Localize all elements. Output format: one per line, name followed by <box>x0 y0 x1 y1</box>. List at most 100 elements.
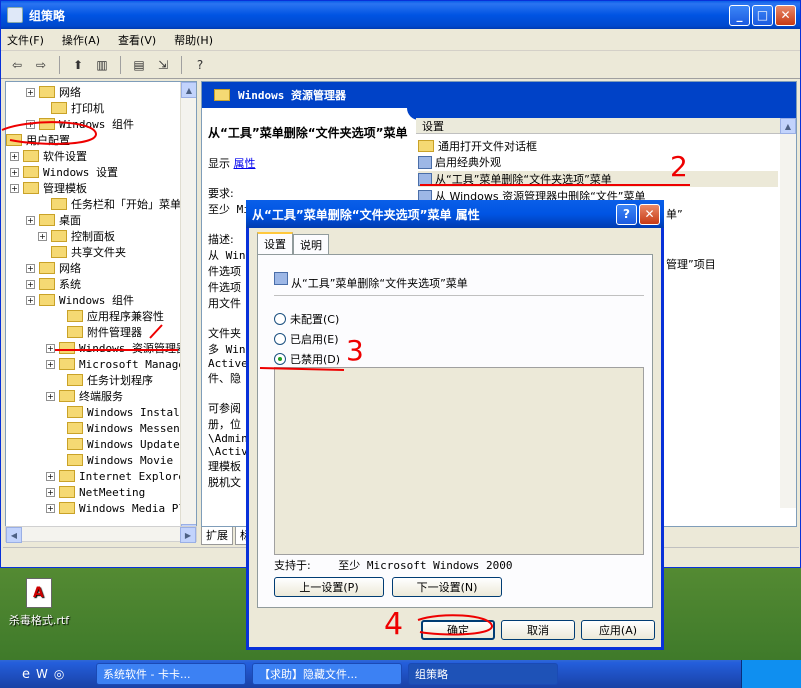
policy-tree[interactable]: + Windows Media Pla + NetMeeting + Internet E… <box>5 81 197 541</box>
expand-icon[interactable]: + <box>46 343 55 353</box>
list-item[interactable]: 通用打开文件对话框 <box>418 138 537 154</box>
tab-explain[interactable]: 说明 <box>293 234 329 254</box>
tab-extended[interactable]: 扩展 <box>201 527 233 545</box>
ie-quicklaunch-icon[interactable]: e <box>22 667 30 682</box>
maximize-button[interactable]: □ <box>752 4 773 26</box>
apply-button[interactable]: 应用(A) <box>581 620 655 640</box>
tree-item[interactable]: + 桌面 <box>26 212 81 228</box>
scroll-left-arrow-icon[interactable]: ◀ <box>6 527 22 543</box>
expand-icon[interactable]: + <box>26 87 35 97</box>
browser-quicklaunch-icon[interactable]: ◎ <box>54 667 64 681</box>
menu-help[interactable]: 帮助(H) <box>174 32 213 48</box>
tree-item[interactable]: 共享文件夹 <box>38 244 126 260</box>
desktop-file-icon[interactable]: 杀毒格式.rtf <box>0 578 78 628</box>
tree-item[interactable]: 任务栏和「开始」菜单 <box>38 196 181 212</box>
tree-item[interactable]: + Windows Media Pla <box>46 500 192 516</box>
menu-action[interactable]: 操作(A) <box>62 32 100 48</box>
expand-icon[interactable]: + <box>38 231 47 241</box>
forward-arrow-icon[interactable]: ⇨ <box>31 55 51 75</box>
expand-icon[interactable]: + <box>26 295 35 305</box>
scroll-up-arrow-icon[interactable]: ▲ <box>181 82 196 98</box>
taskbar-button-active[interactable]: 组策略 <box>408 663 558 685</box>
tree-item[interactable]: 应用程序兼容性 <box>54 308 164 324</box>
tree-vertical-scrollbar[interactable]: ▲ ▼ <box>180 82 196 540</box>
tree-item[interactable]: + 终端服务 <box>46 388 123 404</box>
expand-icon[interactable]: + <box>46 359 55 369</box>
tree-item-label: 任务栏和「开始」菜单 <box>71 198 181 211</box>
show-hide-tree-icon[interactable]: ▥ <box>92 55 112 75</box>
tree-item[interactable]: 任务计划程序 <box>54 372 153 388</box>
tree-item[interactable]: + 软件设置 <box>10 148 87 164</box>
dialog-close-button[interactable]: ✕ <box>639 203 660 225</box>
toolbar-separator <box>120 55 121 74</box>
word-quicklaunch-icon[interactable]: W <box>36 667 48 681</box>
tree-item-label: 任务计划程序 <box>87 374 153 387</box>
tree-item[interactable]: 用户配置 <box>6 132 70 148</box>
expand-icon[interactable]: + <box>46 487 55 497</box>
tree-item-label: 系统 <box>59 278 81 291</box>
help-icon[interactable]: ? <box>190 55 210 75</box>
tree-item[interactable]: + 网络 <box>26 260 81 276</box>
close-button[interactable]: ✕ <box>775 4 796 26</box>
tree-item[interactable]: + 控制面板 <box>38 228 115 244</box>
back-arrow-icon[interactable]: ⇦ <box>7 55 27 75</box>
menu-bar: 文件(F) 操作(A) 查看(V) 帮助(H) <box>1 29 800 51</box>
expand-icon[interactable]: + <box>26 263 35 273</box>
tree-item[interactable]: Windows Installer <box>54 404 196 420</box>
settings-column-header[interactable]: 设置 <box>416 118 780 134</box>
previous-setting-button[interactable]: 上一设置(P) <box>274 577 384 597</box>
list-item-selected[interactable]: 从“工具”菜单删除“文件夹选项”菜单 <box>418 171 778 187</box>
ok-button[interactable]: 确定 <box>421 620 495 640</box>
taskbar-button[interactable]: 【求助】隐藏文件... <box>252 663 402 685</box>
expand-icon[interactable]: + <box>10 183 19 193</box>
tree-item[interactable]: 附件管理器 <box>54 324 142 340</box>
tree-item[interactable]: + Windows 组件 <box>26 292 134 308</box>
list-item[interactable]: 启用经典外观 <box>418 154 501 170</box>
tree-item[interactable]: + Internet Explorer <box>46 468 192 484</box>
tree-item[interactable]: + 管理模板 <box>10 180 87 196</box>
properties-icon[interactable]: ▤ <box>129 55 149 75</box>
radio-disabled[interactable]: 已禁用(D) <box>274 351 340 367</box>
dialog-titlebar[interactable]: 从“工具”菜单删除“文件夹选项”菜单 属性 ? ✕ <box>246 200 664 228</box>
help-button[interactable]: ? <box>616 203 637 225</box>
menu-view[interactable]: 查看(V) <box>118 32 156 48</box>
export-list-icon[interactable]: ⇲ <box>153 55 173 75</box>
tree-item[interactable]: + 系统 <box>26 276 81 292</box>
up-folder-icon[interactable]: ⬆ <box>68 55 88 75</box>
expand-icon[interactable]: + <box>46 391 55 401</box>
expand-icon[interactable]: + <box>10 167 19 177</box>
tree-item[interactable]: + Windows 资源管理器 <box>46 340 187 356</box>
list-vertical-scrollbar[interactable]: ▲ <box>780 118 796 508</box>
expand-icon[interactable]: + <box>10 151 19 161</box>
tree-item[interactable]: + Microsoft Managem <box>46 356 192 372</box>
scroll-up-arrow-icon[interactable]: ▲ <box>780 118 796 134</box>
folder-icon <box>67 422 83 434</box>
tree-item[interactable]: + 网络 <box>26 84 81 100</box>
expand-icon[interactable]: + <box>26 279 35 289</box>
tree-item[interactable]: + NetMeeting <box>46 484 145 500</box>
expand-icon[interactable]: + <box>46 471 55 481</box>
next-setting-button[interactable]: 下一设置(N) <box>392 577 502 597</box>
tree-item[interactable]: + Windows 组件 <box>26 116 134 132</box>
tree-item[interactable]: Windows Update <box>54 436 180 452</box>
radio-enabled[interactable]: 已启用(E) <box>274 331 339 347</box>
menu-file[interactable]: 文件(F) <box>7 32 44 48</box>
tree-item[interactable]: Windows Movie Mak <box>54 452 196 468</box>
expand-icon[interactable]: + <box>26 215 35 225</box>
expand-icon[interactable]: + <box>26 119 35 129</box>
properties-link[interactable]: 属性 <box>234 157 256 170</box>
tree-item-label: 网络 <box>59 86 81 99</box>
expand-icon[interactable]: + <box>46 503 55 513</box>
tree-horizontal-scrollbar[interactable]: ◀ ▶ <box>5 526 197 543</box>
tree-item[interactable]: + Windows 设置 <box>10 164 118 180</box>
tree-item[interactable]: 打印机 <box>38 100 104 116</box>
taskbar-button[interactable]: 系统软件 - 卡卡... <box>96 663 246 685</box>
cancel-button[interactable]: 取消 <box>501 620 575 640</box>
minimize-button[interactable]: _ <box>729 4 750 26</box>
scroll-right-arrow-icon[interactable]: ▶ <box>180 527 196 543</box>
radio-not-configured[interactable]: 未配置(C) <box>274 311 339 327</box>
window-titlebar[interactable]: 组策略 _ □ ✕ <box>1 1 800 29</box>
tab-settings[interactable]: 设置 <box>257 232 293 254</box>
tree-item[interactable]: Windows Messenger <box>54 420 196 436</box>
folder-icon <box>67 310 83 322</box>
